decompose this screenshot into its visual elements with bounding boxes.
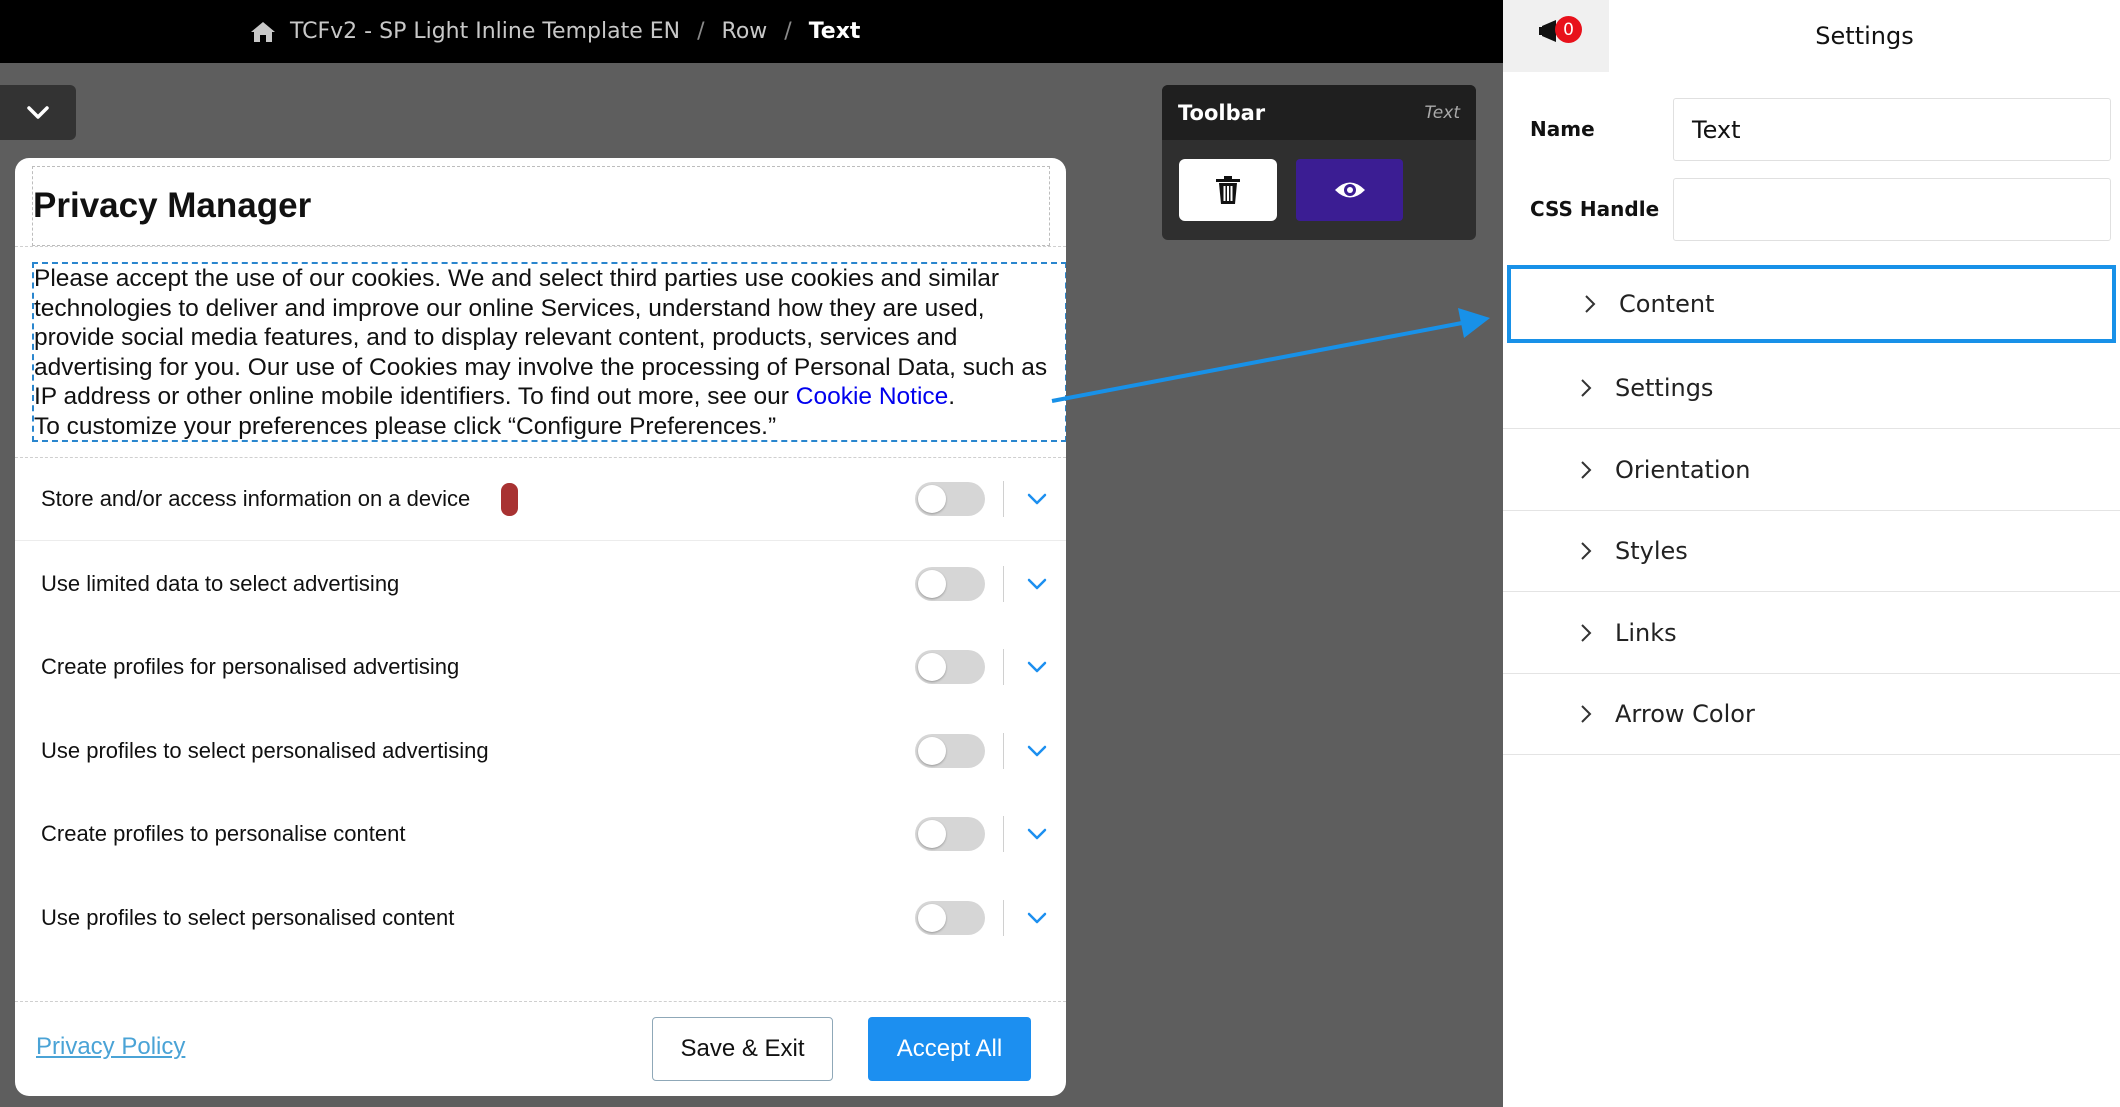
breadcrumb-current: Text <box>808 19 861 44</box>
purpose-row: Create profiles for personalised adverti… <box>15 625 1066 708</box>
section-label: Arrow Color <box>1615 700 1755 728</box>
divider <box>1003 565 1004 602</box>
settings-sidebar: 0 Settings Name Text CSS Handle Content … <box>1503 0 2120 1107</box>
chevron-down-icon[interactable] <box>1025 743 1049 759</box>
chevron-right-icon <box>1581 705 1592 723</box>
selected-text-block[interactable]: Please accept the use of our cookies. We… <box>32 262 1066 442</box>
modal-title: Privacy Manager <box>33 186 312 225</box>
section-label: Orientation <box>1615 456 1751 484</box>
purpose-label: Use limited data to select advertising <box>41 570 400 596</box>
name-label: Name <box>1530 117 1595 141</box>
purpose-toggle[interactable] <box>915 733 985 768</box>
chevron-right-icon <box>1585 295 1596 313</box>
home-icon[interactable] <box>250 20 276 44</box>
preview-button[interactable] <box>1296 159 1403 221</box>
css-handle-input[interactable] <box>1673 178 2111 241</box>
chevron-down-icon[interactable] <box>1025 576 1049 592</box>
notification-badge: 0 <box>1555 16 1582 43</box>
purpose-row: Store and/or access information on a dev… <box>15 458 1066 541</box>
title-block[interactable]: Privacy Manager <box>32 166 1050 246</box>
delete-button[interactable] <box>1179 159 1277 221</box>
chevron-down-icon[interactable] <box>1025 910 1049 926</box>
section-content[interactable]: Content <box>1507 265 2116 343</box>
section-links[interactable]: Links <box>1503 593 2120 674</box>
purpose-row: Use profiles to select personalised cont… <box>15 876 1066 959</box>
divider <box>1003 899 1004 936</box>
divider <box>15 1001 1066 1002</box>
purpose-toggle[interactable] <box>915 816 985 851</box>
sidebar-title: Settings <box>1815 22 1914 50</box>
purpose-label: Use profiles to select personalised cont… <box>41 904 455 930</box>
divider <box>1003 732 1004 769</box>
chevron-right-icon <box>1581 461 1592 479</box>
breadcrumb-separator: / <box>697 19 705 44</box>
breadcrumb-item-template[interactable]: TCFv2 - SP Light Inline Template EN <box>290 19 680 44</box>
chevron-down-icon <box>27 105 49 119</box>
section-styles[interactable]: Styles <box>1503 511 2120 592</box>
eye-icon <box>1334 182 1365 198</box>
privacy-policy-link[interactable]: Privacy Policy <box>36 1033 185 1061</box>
notification-area[interactable]: 0 <box>1503 0 1609 72</box>
purpose-label: Use profiles to select personalised adve… <box>41 737 489 763</box>
body-text-end: . <box>948 383 956 410</box>
breadcrumb-separator: / <box>784 19 792 44</box>
purpose-toggle[interactable] <box>915 649 985 684</box>
name-input[interactable]: Text <box>1673 98 2111 161</box>
toggle-knob <box>918 903 946 932</box>
divider <box>15 246 1066 247</box>
chevron-down-icon[interactable] <box>1025 826 1049 842</box>
collapse-button[interactable] <box>0 85 76 140</box>
toolbar-element-type: Text <box>1424 102 1460 123</box>
privacy-manager-modal: Privacy Manager Please accept the use of… <box>15 158 1066 1096</box>
cookie-notice-link[interactable]: Cookie Notice <box>796 383 949 410</box>
toolbar-title: Toolbar <box>1178 100 1266 125</box>
css-handle-label: CSS Handle <box>1530 197 1660 221</box>
toggle-knob <box>918 819 946 848</box>
section-orientation[interactable]: Orientation <box>1503 430 2120 511</box>
chevron-right-icon <box>1581 379 1592 397</box>
chevron-right-icon <box>1581 542 1592 560</box>
chevron-down-icon[interactable] <box>1025 491 1049 507</box>
chevron-right-icon <box>1581 624 1592 642</box>
legitimate-interest-badge <box>501 482 518 516</box>
purpose-row: Create profiles to personalise content <box>15 792 1066 875</box>
purpose-toggle[interactable] <box>915 566 985 601</box>
section-arrow-color[interactable]: Arrow Color <box>1503 674 2120 755</box>
toggle-knob <box>918 569 946 598</box>
section-label: Links <box>1615 619 1677 647</box>
purpose-label: Store and/or access information on a dev… <box>41 486 471 511</box>
purpose-toggle[interactable] <box>915 482 985 516</box>
toggle-knob <box>918 485 946 513</box>
save-exit-button[interactable]: Save & Exit <box>652 1017 833 1081</box>
breadcrumb-item-row[interactable]: Row <box>722 19 768 44</box>
chevron-down-icon[interactable] <box>1025 659 1049 675</box>
divider <box>1003 815 1004 852</box>
trash-icon <box>1216 176 1240 204</box>
toggle-knob <box>918 652 946 681</box>
toggle-knob <box>918 736 946 765</box>
divider <box>1003 481 1004 517</box>
purpose-row: Use profiles to select personalised adve… <box>15 709 1066 792</box>
divider <box>1003 648 1004 685</box>
accept-all-button[interactable]: Accept All <box>868 1017 1031 1081</box>
purpose-row: Use limited data to select advertising <box>15 542 1066 625</box>
body-text-instructions: To customize your preferences please cli… <box>34 412 777 440</box>
section-label: Styles <box>1615 537 1688 565</box>
section-label: Settings <box>1615 374 1714 402</box>
purpose-label: Create profiles for personalised adverti… <box>41 653 460 679</box>
purpose-toggle[interactable] <box>915 900 985 935</box>
section-label: Content <box>1619 290 1715 318</box>
breadcrumb: TCFv2 - SP Light Inline Template EN / Ro… <box>250 0 860 63</box>
toolbar-panel: Toolbar Text <box>1162 85 1476 240</box>
section-settings[interactable]: Settings <box>1503 348 2120 429</box>
top-bar: TCFv2 - SP Light Inline Template EN / Ro… <box>0 0 1503 63</box>
toolbar-header: Toolbar Text <box>1162 85 1476 140</box>
purpose-label: Create profiles to personalise content <box>41 820 406 846</box>
